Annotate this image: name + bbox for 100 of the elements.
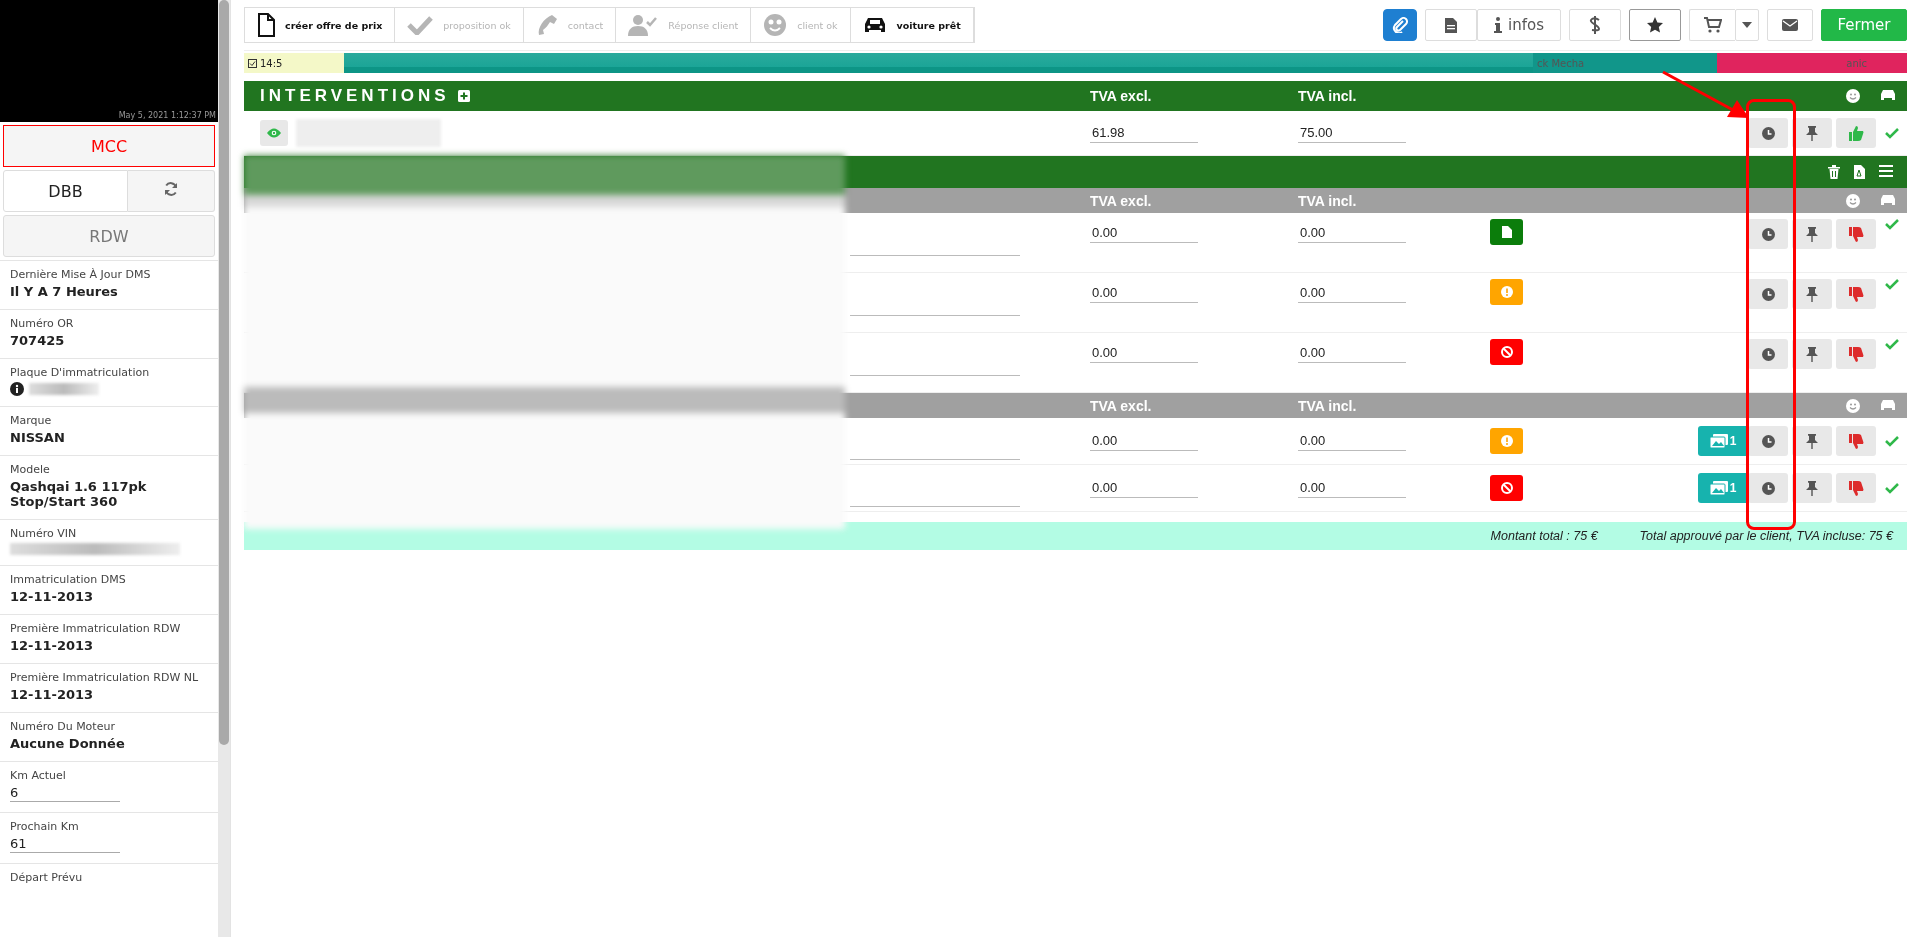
exclamation-icon xyxy=(1500,286,1513,298)
column-header: TVA excl. xyxy=(1090,192,1152,209)
car-icon xyxy=(1880,398,1896,411)
star-button[interactable] xyxy=(1629,9,1681,41)
field-label: Marque xyxy=(10,414,53,427)
clock-icon xyxy=(1761,347,1775,361)
cart-icon xyxy=(1703,17,1722,33)
caret-button[interactable] xyxy=(1735,9,1759,41)
total-amount: Montant total : 75 € xyxy=(1490,529,1598,543)
input-field[interactable]: 0.00 xyxy=(1298,223,1406,243)
clock-button[interactable] xyxy=(1748,339,1788,369)
input-field[interactable]: 0.00 xyxy=(1298,478,1406,498)
dollar-icon xyxy=(1589,16,1601,34)
car-icon xyxy=(862,16,887,34)
field-label: Numéro Du Moteur xyxy=(10,720,116,733)
clock-button[interactable] xyxy=(1748,118,1788,148)
clock-icon xyxy=(1761,227,1775,241)
field-label: Plaque D'immatriculation xyxy=(10,366,151,379)
scrollbar-thumb[interactable] xyxy=(219,0,229,745)
input-field[interactable]: 0.00 xyxy=(1298,343,1406,363)
pin-button[interactable] xyxy=(1792,118,1832,148)
clock-icon xyxy=(1761,481,1775,495)
sidebar-button[interactable]: MCC xyxy=(3,125,215,167)
document-icon xyxy=(257,13,275,37)
column-header: TVA excl. xyxy=(1090,88,1152,104)
pin-icon xyxy=(1806,125,1818,141)
pin-button[interactable] xyxy=(1792,473,1832,503)
video-timestamp: May 5, 2021 1:12:37 PM xyxy=(118,111,216,120)
checkbox-icon xyxy=(248,58,257,68)
column-header: TVA incl. xyxy=(1298,88,1357,104)
attach-button[interactable] xyxy=(1383,9,1417,41)
thumbs-down-icon xyxy=(1848,480,1864,496)
caret-icon xyxy=(1742,22,1752,28)
pin-button[interactable] xyxy=(1792,219,1832,249)
pin-button[interactable] xyxy=(1792,426,1832,456)
thumbs-down-icon xyxy=(1848,226,1864,242)
infos-button[interactable]: infos xyxy=(1477,9,1561,41)
star-icon xyxy=(1646,16,1664,34)
eye-icon xyxy=(267,128,281,138)
menu-icon[interactable] xyxy=(1879,165,1893,177)
column-header: TVA incl. xyxy=(1298,192,1357,209)
trash-icon[interactable] xyxy=(1828,165,1840,179)
checkmark-icon xyxy=(1885,219,1899,230)
thumbs-down-icon xyxy=(1848,286,1864,302)
document-status-button[interactable] xyxy=(1490,219,1523,245)
step-item[interactable]: voiture prêt xyxy=(850,8,974,42)
input-field[interactable]: 6 xyxy=(10,785,120,802)
field-label: Immatriculation DMS xyxy=(10,573,127,586)
dbb-button[interactable]: DBB xyxy=(3,170,128,212)
checkmark-icon xyxy=(1885,339,1899,350)
dollar-button[interactable] xyxy=(1569,9,1621,41)
checkmark-icon xyxy=(1885,435,1899,447)
input-field[interactable]: 0.00 xyxy=(1298,283,1406,303)
checkmark-icon xyxy=(1885,127,1899,139)
checkmark-icon xyxy=(1885,482,1899,494)
column-header: TVA incl. xyxy=(1298,397,1357,414)
pin-button[interactable] xyxy=(1792,279,1832,309)
thumbs-up-icon xyxy=(1848,125,1864,141)
thumbs-down-button[interactable] xyxy=(1836,339,1876,369)
thumbs-down-button[interactable] xyxy=(1836,426,1876,456)
pin-button[interactable] xyxy=(1792,339,1832,369)
input-field[interactable]: 0.00 xyxy=(1090,223,1198,243)
input-field[interactable]: 0.00 xyxy=(1298,431,1406,451)
clock-button[interactable] xyxy=(1748,473,1788,503)
field-label: Prochain Km xyxy=(10,820,80,833)
input-field[interactable]: 61 xyxy=(10,836,120,853)
thumbs-down-button[interactable] xyxy=(1836,473,1876,503)
step-item[interactable]: créer offre de prix xyxy=(245,8,396,42)
input-field[interactable]: 0.00 xyxy=(1090,478,1198,498)
paperclip-icon xyxy=(1392,17,1408,33)
thumbs-up-button[interactable] xyxy=(1836,118,1876,148)
images-icon xyxy=(1709,434,1728,448)
pdf-icon[interactable] xyxy=(1854,165,1865,179)
mail-button[interactable] xyxy=(1767,9,1813,41)
thumbs-down-button[interactable] xyxy=(1836,279,1876,309)
pin-icon xyxy=(1806,480,1818,496)
input-field[interactable]: 75.00 xyxy=(1298,123,1406,143)
clock-button[interactable] xyxy=(1748,219,1788,249)
add-icon[interactable] xyxy=(457,90,470,102)
thumbs-down-button[interactable] xyxy=(1836,219,1876,249)
document-icon xyxy=(1501,226,1512,238)
timeline-segment: ck Mecha xyxy=(1533,53,1717,73)
clock-button[interactable] xyxy=(1748,426,1788,456)
blocked-status-button[interactable] xyxy=(1490,339,1523,365)
input-field[interactable]: 0.00 xyxy=(1090,431,1198,451)
approved-total: Total approuvé par le client, TVA incluse: 75 € xyxy=(1639,529,1893,543)
field-value: 12-11-2013 xyxy=(10,589,95,604)
sidebar-button[interactable]: RDW xyxy=(3,215,215,257)
pin-icon xyxy=(1806,286,1818,302)
document-button[interactable] xyxy=(1425,9,1477,41)
input-field[interactable]: 0.00 xyxy=(1090,283,1198,303)
input-field[interactable]: 0.00 xyxy=(1090,343,1198,363)
clock-button[interactable] xyxy=(1748,279,1788,309)
field-label: Numéro OR xyxy=(10,317,75,330)
field-label: Modele xyxy=(10,463,51,476)
input-field[interactable]: 61.98 xyxy=(1090,123,1198,143)
info-icon xyxy=(10,382,24,396)
cart-button[interactable] xyxy=(1689,9,1735,41)
blocked-status-button[interactable] xyxy=(1490,475,1523,501)
field-value: Il Y A 7 Heures xyxy=(10,284,119,299)
